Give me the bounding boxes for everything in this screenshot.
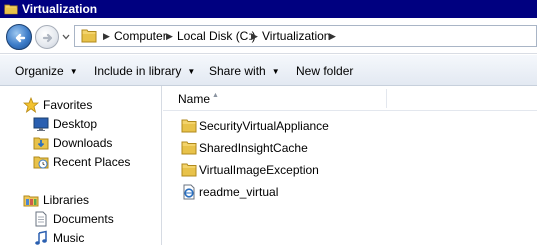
- music-icon: [35, 230, 47, 245]
- breadcrumb-arrow-icon[interactable]: ▶: [251, 29, 258, 43]
- star-icon: [23, 97, 39, 113]
- file-list: Name ▲ SecurityVirtualAppliance SharedIn…: [163, 86, 537, 245]
- list-item[interactable]: readme_virtual: [163, 182, 537, 202]
- libraries-icon: [23, 195, 39, 207]
- command-bar: Organize ▼ Include in library ▼ Share with…: [0, 55, 537, 86]
- html-document-icon: [183, 184, 195, 200]
- dropdown-arrow-icon: ▼: [69, 67, 78, 76]
- recent-pages-dropdown-icon[interactable]: [61, 32, 71, 42]
- list-item[interactable]: SharedInsightCache: [163, 138, 537, 158]
- window-title: Virtualization: [22, 2, 98, 16]
- arrow-left-icon: [15, 33, 26, 43]
- list-item[interactable]: SecurityVirtualAppliance: [163, 116, 537, 136]
- documents-icon: [35, 211, 47, 227]
- organize-label: Organize: [15, 64, 64, 78]
- breadcrumb-arrow-icon[interactable]: ▶: [166, 29, 173, 43]
- favorites-label: Favorites: [43, 98, 93, 112]
- folder-icon: [181, 163, 197, 177]
- arrow-right-icon: [42, 33, 53, 43]
- breadcrumb-local-disk[interactable]: Local Disk (C:): [177, 29, 256, 43]
- breadcrumb-root-arrow-icon[interactable]: ▶: [103, 29, 110, 43]
- documents-label: Documents: [53, 212, 114, 226]
- desktop-label: Desktop: [53, 117, 98, 131]
- breadcrumb-virtualization[interactable]: Virtualization: [262, 29, 330, 43]
- back-button[interactable]: [6, 24, 32, 50]
- folder-icon: [4, 4, 18, 15]
- column-divider[interactable]: [386, 89, 387, 108]
- include-in-library-button[interactable]: Include in library ▼: [94, 64, 195, 80]
- breadcrumb-computer[interactable]: Computer: [114, 29, 167, 43]
- downloads-icon: [33, 137, 49, 150]
- file-name: readme_virtual: [199, 185, 279, 199]
- dropdown-arrow-icon: ▼: [187, 67, 196, 76]
- new-folder-label: New folder: [296, 64, 354, 78]
- dropdown-arrow-icon: ▼: [271, 67, 280, 76]
- recent-places-label: Recent Places: [53, 155, 131, 169]
- desktop-icon: [33, 117, 49, 131]
- file-name: VirtualImageException: [199, 163, 319, 177]
- downloads-label: Downloads: [53, 136, 113, 150]
- include-in-library-label: Include in library: [94, 64, 182, 78]
- list-item[interactable]: VirtualImageException: [163, 160, 537, 180]
- new-folder-button[interactable]: New folder: [296, 64, 353, 78]
- title-bar[interactable]: Virtualization: [0, 0, 537, 18]
- folder-icon: [81, 29, 97, 43]
- navigation-pane: Favorites Desktop Downloads Recent Place…: [0, 86, 162, 245]
- folder-icon: [181, 141, 197, 155]
- address-bar[interactable]: ▶ Computer ▶ Local Disk (C:) ▶ Virtualiz…: [74, 25, 537, 47]
- music-label: Music: [53, 231, 85, 245]
- share-with-label: Share with: [209, 64, 266, 78]
- sort-ascending-icon: ▲: [212, 92, 219, 99]
- column-header-name[interactable]: Name: [178, 92, 210, 106]
- breadcrumb-arrow-icon[interactable]: ▶: [329, 29, 336, 43]
- share-with-button[interactable]: Share with ▼: [209, 64, 280, 80]
- organize-button[interactable]: Organize ▼: [15, 64, 78, 80]
- folder-icon: [181, 119, 197, 133]
- address-row: ▶ Computer ▶ Local Disk (C:) ▶ Virtualiz…: [0, 18, 537, 54]
- forward-button[interactable]: [35, 25, 59, 49]
- recent-places-icon: [33, 156, 49, 169]
- file-name: SecurityVirtualAppliance: [199, 119, 329, 133]
- column-header-row: Name ▲: [163, 86, 537, 111]
- file-name: SharedInsightCache: [199, 141, 308, 155]
- libraries-label: Libraries: [43, 193, 90, 207]
